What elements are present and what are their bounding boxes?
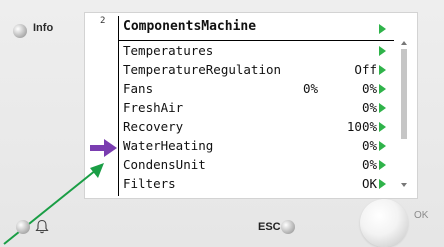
menu-item-label: Filters xyxy=(123,176,176,191)
menu-item-temperatures[interactable]: Temperatures xyxy=(123,43,393,62)
menu-item-arrow-icon[interactable] xyxy=(379,103,386,113)
menu-item-label: FreshAir xyxy=(123,100,184,115)
purple-arrow-icon xyxy=(90,139,117,157)
info-led-icon[interactable] xyxy=(13,24,27,38)
menu-divider-horizontal xyxy=(118,40,394,41)
menu-item-temperature-regulation[interactable]: TemperatureRegulation Off xyxy=(123,62,393,81)
esc-label: ESC xyxy=(258,221,281,233)
menu-item-label: CondensUnit xyxy=(123,157,206,172)
menu-item-water-heating[interactable]: WaterHeating 0% xyxy=(123,138,393,157)
menu-item-arrow-icon[interactable] xyxy=(379,122,386,132)
menu-item-value: 100% xyxy=(346,119,377,134)
menu-item-value: OK xyxy=(361,176,377,191)
menu-item-arrow-icon[interactable] xyxy=(379,160,386,170)
menu-item-arrow-icon[interactable] xyxy=(379,141,386,151)
menu-item-arrow-icon[interactable] xyxy=(379,46,386,56)
menu-item-arrow-icon[interactable] xyxy=(379,84,386,94)
menu-item-condens-unit[interactable]: CondensUnit 0% xyxy=(123,157,393,176)
menu-item-value-primary: 0% xyxy=(303,81,319,96)
menu-item-value: Off xyxy=(354,62,377,77)
menu-title: ComponentsMachine xyxy=(123,19,257,34)
scroll-up-icon[interactable] xyxy=(401,41,407,45)
ok-knob-button[interactable] xyxy=(360,199,408,247)
menu-item-label: TemperatureRegulation xyxy=(123,62,282,77)
menu-item-value: 0% xyxy=(361,81,377,96)
bell-icon[interactable] xyxy=(35,219,49,235)
menu-level: 2 xyxy=(100,16,106,26)
menu-divider-vertical xyxy=(118,16,119,196)
green-arrow-icon xyxy=(3,163,104,245)
menu-item-label: Fans xyxy=(123,81,154,96)
ok-label: OK xyxy=(414,210,429,221)
menu-item-label: Recovery xyxy=(123,119,184,134)
menu-item-arrow-icon[interactable] xyxy=(379,65,386,75)
menu-item-label: Temperatures xyxy=(123,43,214,58)
menu-item-fans[interactable]: Fans 0% 0% xyxy=(123,81,393,100)
menu-item-label: WaterHeating xyxy=(123,138,214,153)
menu-item-recovery[interactable]: Recovery 100% xyxy=(123,119,393,138)
menu-item-value: 0% xyxy=(361,157,377,172)
menu-title-arrow-icon[interactable] xyxy=(379,24,386,34)
scrollbar-thumb[interactable] xyxy=(401,49,407,139)
alarm-led-icon[interactable] xyxy=(16,220,30,234)
scroll-down-icon[interactable] xyxy=(401,183,407,187)
menu-item-value: 0% xyxy=(361,138,377,153)
menu-item-arrow-icon[interactable] xyxy=(379,179,386,189)
menu-item-fresh-air[interactable]: FreshAir 0% xyxy=(123,100,393,119)
menu-item-filters[interactable]: Filters OK xyxy=(123,176,393,195)
menu-item-value: 0% xyxy=(361,100,377,115)
esc-button[interactable] xyxy=(281,220,295,234)
info-label: Info xyxy=(33,22,54,34)
